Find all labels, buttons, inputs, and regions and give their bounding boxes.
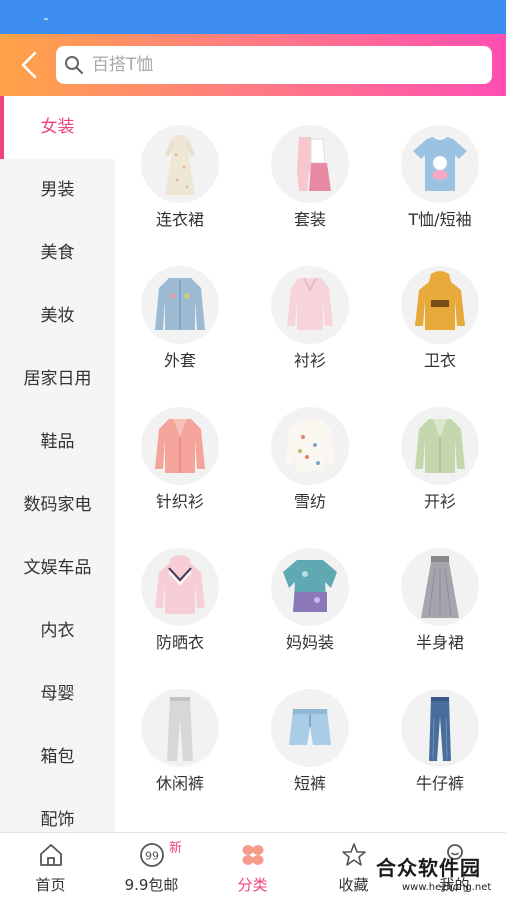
skirt-icon xyxy=(401,548,479,626)
status-indicator xyxy=(44,18,48,20)
category-item[interactable]: T恤/短袖 xyxy=(375,96,505,237)
sidebar-item-baby[interactable]: 母婴 xyxy=(0,663,115,726)
search-icon xyxy=(65,56,84,75)
sun-protection-jacket-icon xyxy=(141,548,219,626)
sidebar-item-underwear[interactable]: 内衣 xyxy=(0,600,115,663)
category-label: 针织衫 xyxy=(155,492,204,511)
category-item[interactable]: 雪纺 xyxy=(245,378,375,519)
cardigan-icon xyxy=(141,407,219,485)
category-label: 休闲裤 xyxy=(155,774,204,793)
outfit-set-icon xyxy=(271,125,349,203)
nine-nine-icon: 99 xyxy=(140,843,164,867)
search-box[interactable]: 百搭T恤 xyxy=(56,46,492,84)
category-item[interactable]: 妈妈装 xyxy=(245,519,375,660)
search-placeholder: 百搭T恤 xyxy=(92,55,154,75)
category-item[interactable]: 半身裙 xyxy=(375,519,505,660)
category-grid: 连衣裙 套装 T恤/短袖 外套 衬衫 卫衣 针织衫 雪纺 开衫 防晒衣 妈妈装 xyxy=(115,96,506,832)
category-item[interactable]: 外套 xyxy=(115,237,245,378)
sidebar-item-bags[interactable]: 箱包 xyxy=(0,726,115,789)
category-item[interactable]: 套装 xyxy=(245,96,375,237)
category-label: 短裤 xyxy=(293,774,326,793)
denim-jacket-icon xyxy=(141,266,219,344)
open-cardigan-icon xyxy=(401,407,479,485)
chevron-left-icon xyxy=(21,51,37,79)
sidebar-item-women[interactable]: 女装 xyxy=(0,96,115,159)
sidebar-item-food[interactable]: 美食 xyxy=(0,222,115,285)
sidebar-item-men[interactable]: 男装 xyxy=(0,159,115,222)
category-label: 防晒衣 xyxy=(155,633,204,652)
blouse-icon xyxy=(271,266,349,344)
hoodie-icon xyxy=(401,266,479,344)
sidebar-item-accessories[interactable]: 配饰 xyxy=(0,789,115,832)
category-item[interactable]: 防晒衣 xyxy=(115,519,245,660)
tab-category[interactable]: 分类 xyxy=(202,833,303,901)
watermark-title: 合众软件园 xyxy=(376,856,481,880)
star-icon xyxy=(342,843,366,866)
dress-icon xyxy=(141,125,219,203)
category-item[interactable]: 针织衫 xyxy=(115,378,245,519)
category-label: 半身裙 xyxy=(415,633,464,652)
tshirt-icon xyxy=(401,125,479,203)
sidebar-item-home[interactable]: 居家日用 xyxy=(0,348,115,411)
category-sidebar: 女装 男装 美食 美妆 居家日用 鞋品 数码家电 文娱车品 内衣 母婴 箱包 配… xyxy=(0,96,115,832)
sidebar-item-shoes[interactable]: 鞋品 xyxy=(0,411,115,474)
status-bar xyxy=(0,0,506,34)
category-label: 卫衣 xyxy=(423,351,456,370)
category-label: 雪纺 xyxy=(293,492,326,511)
jeans-icon xyxy=(401,689,479,767)
category-item[interactable]: 开衫 xyxy=(375,378,505,519)
new-badge: 新 xyxy=(169,841,183,856)
category-item[interactable]: 连衣裙 xyxy=(115,96,245,237)
sidebar-item-electronics[interactable]: 数码家电 xyxy=(0,474,115,537)
category-label: T恤/短袖 xyxy=(408,210,472,229)
watermark-url: www.hezhong.net xyxy=(402,882,492,893)
tab-label: 9.9包邮 xyxy=(124,876,179,894)
category-label: 妈妈装 xyxy=(285,633,334,652)
category-icon xyxy=(242,845,264,865)
category-label: 衬衫 xyxy=(293,351,326,370)
casual-pants-icon xyxy=(141,689,219,767)
category-item[interactable]: 牛仔裤 xyxy=(375,660,505,801)
back-button[interactable] xyxy=(14,48,44,82)
category-item[interactable]: 卫衣 xyxy=(375,237,505,378)
category-item[interactable]: 休闲裤 xyxy=(115,660,245,801)
svg-text:99: 99 xyxy=(145,850,159,863)
tab-label: 分类 xyxy=(237,876,268,894)
tab-home[interactable]: 首页 xyxy=(0,833,101,901)
tab-label: 首页 xyxy=(35,876,66,894)
category-label: 外套 xyxy=(163,351,196,370)
sidebar-item-entertainment[interactable]: 文娱车品 xyxy=(0,537,115,600)
chiffon-icon xyxy=(271,407,349,485)
tab-nine-nine[interactable]: 99 新 9.9包邮 xyxy=(101,833,202,901)
category-item[interactable]: 短裤 xyxy=(245,660,375,801)
mom-top-icon xyxy=(271,548,349,626)
shorts-icon xyxy=(271,689,349,767)
home-icon xyxy=(40,844,62,866)
top-bar: 百搭T恤 xyxy=(0,34,506,96)
sidebar-item-beauty[interactable]: 美妆 xyxy=(0,285,115,348)
category-label: 套装 xyxy=(293,210,326,229)
category-label: 连衣裙 xyxy=(155,210,204,229)
category-item[interactable]: 衬衫 xyxy=(245,237,375,378)
category-label: 牛仔裤 xyxy=(415,774,464,793)
site-watermark: 合众软件园 www.hezhong.net xyxy=(372,850,506,900)
category-label: 开衫 xyxy=(423,492,456,511)
